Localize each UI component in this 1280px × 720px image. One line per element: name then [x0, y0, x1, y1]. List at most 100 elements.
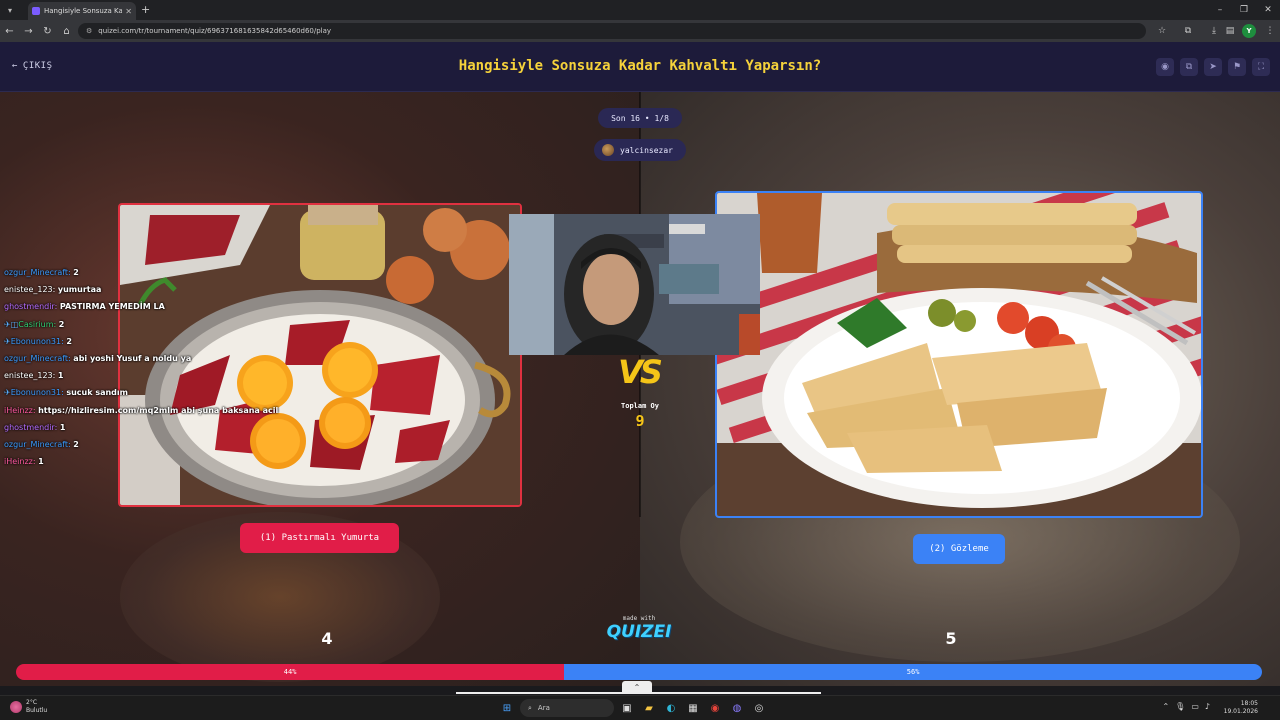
task-view-icon[interactable]: ▣: [618, 698, 636, 718]
chat-message: enistee_123: yumurtaa: [4, 281, 278, 298]
streamer-badge: yalcinsezar: [594, 139, 686, 161]
tab-title: Hangisiyle Sonsuza Kadar Kahv...: [44, 7, 123, 15]
chrome-icon[interactable]: ◉: [706, 698, 724, 718]
option-label-right[interactable]: (2) Gözleme: [913, 534, 1005, 564]
chat-username: enistee_123:: [4, 285, 56, 295]
weather-widget[interactable]: 2°C Bulutlu: [10, 699, 47, 715]
chat-text: PASTIRMA YEMEDİM LA: [59, 302, 165, 312]
chat-overlay: ozgur_Minecraft: 2 enistee_123: yumurtaa g…: [4, 264, 278, 470]
discord-icon[interactable]: ◍: [728, 698, 746, 718]
chat-username: ghostmendir:: [4, 422, 58, 432]
chat-text: sucuk sandım: [66, 388, 128, 398]
clock-time: 18:05: [1240, 700, 1258, 707]
avatar: [602, 144, 614, 156]
download-icon[interactable]: ⤓: [1206, 23, 1222, 39]
total-votes-label: Toplam Oy: [621, 402, 659, 410]
chat-text: 1: [57, 371, 64, 381]
chat-text: https://hizliresim.com/mq2mlm abi şuna b…: [38, 405, 279, 415]
search-placeholder: Ara: [537, 704, 550, 712]
fullscreen-icon[interactable]: ⛶: [1252, 58, 1270, 76]
obs-icon[interactable]: ◎: [750, 698, 768, 718]
chat-text: 2: [66, 336, 72, 346]
weather-icon: [10, 701, 22, 713]
mic-icon[interactable]: 🎙: [1175, 702, 1185, 711]
page-title: Hangisiyle Sonsuza Kadar Kahvaltı Yapars…: [458, 58, 822, 74]
browser-menu-icon[interactable]: ⋮: [1262, 23, 1278, 39]
chat-username: ozgur_Minecraft:: [4, 268, 71, 277]
chat-message: iHeinzz: https://hizliresim.com/mq2mlm a…: [4, 402, 278, 419]
site-info-icon[interactable]: ⚙: [86, 27, 92, 35]
chat-text: 2: [58, 319, 65, 329]
maximize-icon[interactable]: ❐: [1232, 0, 1256, 20]
tray-chevron-icon[interactable]: ⌃: [1162, 702, 1169, 711]
app-header: ← ÇIKIŞ Hangisiyle Sonsuza Kadar Kahvalt…: [0, 42, 1280, 92]
bookmark-star-icon[interactable]: ☆: [1154, 23, 1170, 39]
forward-icon[interactable]: →: [19, 20, 38, 42]
chat-message: ghostmendir: PASTIRMA YEMEDİM LA: [4, 298, 278, 315]
send-icon[interactable]: ➤: [1204, 58, 1222, 76]
tab-close-icon[interactable]: ✕: [125, 7, 132, 16]
system-tray[interactable]: ⌃ 🎙 ▭ ♪: [1162, 702, 1210, 711]
vote-count-left: 4: [321, 629, 333, 648]
start-icon[interactable]: ⊞: [498, 698, 516, 718]
search-icon: ⌕: [528, 703, 532, 712]
chat-badge-icon: ✈: [4, 336, 11, 346]
chat-text: 2: [73, 440, 79, 450]
eye-icon[interactable]: ◉: [1156, 58, 1174, 76]
username: yalcinsezar: [620, 145, 673, 155]
chevron-up-icon[interactable]: ⌃: [622, 681, 652, 693]
chat-username: iHeinzz:: [4, 457, 36, 467]
chat-message: enistee_123: 1: [4, 367, 278, 384]
chat-text: abi yoshi Yusuf a noldu ya: [73, 354, 192, 364]
site-favicon-icon: [32, 7, 40, 15]
weather-desc: Bulutlu: [26, 707, 48, 714]
new-tab-icon[interactable]: +: [141, 3, 150, 16]
store-icon[interactable]: ▦: [684, 698, 702, 718]
home-icon[interactable]: ⌂: [57, 20, 76, 42]
volume-icon[interactable]: ♪: [1205, 702, 1210, 711]
vote-bar-right: 56%: [564, 664, 1262, 680]
chat-username: ozgur_Minecraft:: [4, 440, 71, 450]
total-votes-value: 9: [635, 412, 645, 430]
weather-temp: 2°C: [26, 699, 38, 706]
vote-bar-left: 44%: [16, 664, 565, 680]
chat-message: ozgur_Minecraft: abi yoshi Yusuf a noldu…: [4, 350, 278, 367]
chat-username: Ebonunon31:: [10, 336, 64, 346]
chat-text: 2: [73, 268, 79, 277]
url-text: quizei.com/tr/tournament/quiz/6963716816…: [98, 27, 332, 35]
option-card-right[interactable]: [715, 191, 1203, 518]
taskbar-clock[interactable]: 18:05 19.01.2026: [1224, 700, 1258, 716]
chat-message: ghostmendir: 1: [4, 419, 278, 436]
link-icon[interactable]: ⧉: [1180, 58, 1198, 76]
chat-username: Casirium:: [18, 319, 57, 329]
browser-tab-active[interactable]: Hangisiyle Sonsuza Kadar Kahv... ✕: [28, 2, 136, 20]
gozleme-image: [717, 193, 1201, 516]
chat-text: yumurtaa: [57, 285, 102, 295]
minimize-icon[interactable]: –: [1208, 0, 1232, 20]
option-label-left[interactable]: (1) Pastırmalı Yumurta: [240, 523, 399, 553]
chat-message: ozgur_Minecraft: 2: [4, 264, 278, 281]
vs-logo: VS: [618, 353, 663, 391]
extension-badge-icon[interactable]: ▤: [1222, 23, 1238, 39]
back-icon[interactable]: ←: [0, 20, 19, 42]
chat-message: ✈Ebonunon31: 2: [4, 333, 278, 350]
chat-message: ozgur_Minecraft: 2: [4, 436, 278, 453]
quizei-logo: QUIZEI: [606, 622, 672, 642]
network-icon[interactable]: ▭: [1191, 702, 1199, 711]
extensions-icon[interactable]: ⧉: [1180, 23, 1196, 39]
made-with-label: made with: [622, 615, 656, 622]
address-bar[interactable]: ⚙ quizei.com/tr/tournament/quiz/69637168…: [78, 23, 1146, 39]
chat-message: ✈◫Casirium: 2: [4, 316, 278, 333]
chat-message: ✈Ebonunon31: sucuk sandım: [4, 384, 278, 401]
edge-icon[interactable]: ◐: [662, 698, 680, 718]
clock-date: 19.01.2026: [1223, 708, 1258, 715]
tab-list-chevron-icon[interactable]: ▾: [0, 0, 20, 20]
file-explorer-icon[interactable]: ▰: [640, 698, 658, 718]
reload-icon[interactable]: ↻: [38, 20, 57, 42]
profile-avatar[interactable]: Y: [1242, 24, 1256, 38]
vote-split-bar: 44% 56%: [16, 664, 1262, 680]
flag-icon[interactable]: ⚑: [1228, 58, 1246, 76]
window-close-icon[interactable]: ✕: [1256, 0, 1280, 20]
taskbar-search[interactable]: ⌕ Ara: [520, 699, 614, 717]
chat-text: 1: [59, 422, 66, 432]
